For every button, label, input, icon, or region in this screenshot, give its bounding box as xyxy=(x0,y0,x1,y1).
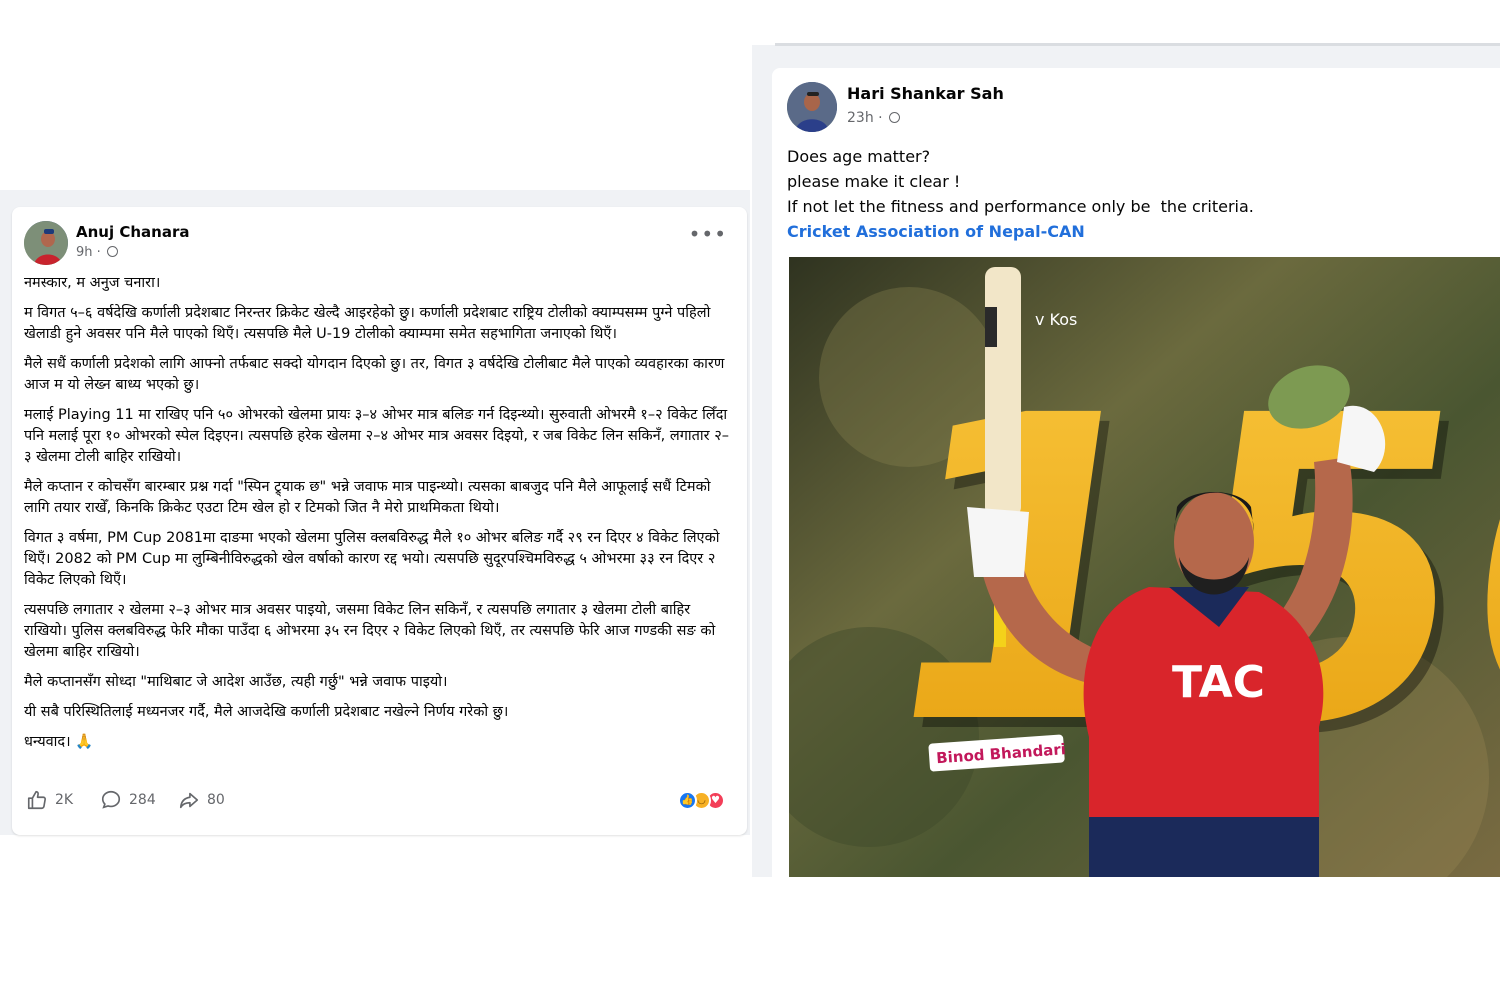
thumbs-up-icon xyxy=(27,790,47,810)
post-author[interactable]: Hari Shankar Sah xyxy=(847,84,1004,103)
avatar-image xyxy=(787,82,837,132)
globe-icon xyxy=(106,246,118,257)
post-paragraph: मैले कप्तान र कोचसँग बारम्बार प्रश्न गर्… xyxy=(24,479,711,516)
post-actions-bar: 2K 284 80 👍 ◡ ♥ xyxy=(26,789,738,813)
comment-count: 284 xyxy=(129,792,156,808)
post-paragraph: नमस्कार, म अनुज चनारा। xyxy=(24,275,161,291)
post-line: Does age matter? xyxy=(787,147,931,166)
post-body: नमस्कार, म अनुज चनारा। म विगत ५–६ वर्षदे… xyxy=(24,273,736,762)
post-paragraph: मलाई Playing 11 मा राखिए पनि ५० ओभरको खे… xyxy=(24,407,730,465)
comment-icon xyxy=(101,790,121,809)
post-image[interactable]: 150 150 v Kos TAC Binod Bhandari xyxy=(789,257,1500,877)
jersey-logo: TAC xyxy=(1172,657,1265,708)
post-paragraph: त्यसपछि लगातार २ खेलमा २–३ ओभर मात्र अवस… xyxy=(24,602,716,660)
reaction-summary[interactable]: 👍 ◡ ♥ xyxy=(678,791,738,811)
like-count: 2K xyxy=(55,792,74,808)
post-line: please make it clear ! xyxy=(787,172,961,191)
like-reaction-icon: 👍 xyxy=(678,791,697,810)
share-count: 80 xyxy=(207,792,225,808)
post-paragraph: मैले सधैं कर्णाली प्रदेशको लागि आफ्नो तर… xyxy=(24,356,725,393)
avatar[interactable] xyxy=(24,221,68,265)
opponent-label: v Kos xyxy=(1035,310,1077,329)
globe-icon xyxy=(889,112,901,123)
post-paragraph: म विगत ५–६ वर्षदेखि कर्णाली प्रदेशबाट नि… xyxy=(24,305,711,342)
avatar[interactable] xyxy=(787,82,837,132)
avatar-image xyxy=(24,221,68,265)
more-options-button[interactable]: ••• xyxy=(689,224,727,244)
post-paragraph: यी सबै परिस्थितिलाई मध्यनजर गर्दै, मैले … xyxy=(24,704,509,720)
post-line: If not let the fitness and performance o… xyxy=(787,197,1254,216)
post-author[interactable]: Anuj Chanara xyxy=(76,223,189,241)
divider xyxy=(775,43,1500,46)
post-body: Does age matter? please make it clear ! … xyxy=(787,144,1254,244)
post-paragraph: विगत ३ वर्षमा, PM Cup 2081मा दाङमा भएको … xyxy=(24,530,720,588)
share-icon xyxy=(179,792,199,809)
share-button[interactable]: 80 xyxy=(178,789,225,811)
post-time[interactable]: 23h · xyxy=(847,110,883,126)
player-graphic: 150 150 v Kos TAC Binod Bhandari xyxy=(789,257,1500,877)
post-meta: 9h · xyxy=(76,245,118,260)
post-paragraph: मैले कप्तानसँग सोध्दा "माथिबाट जे आदेश आ… xyxy=(24,674,448,690)
post-time[interactable]: 9h · xyxy=(76,245,101,260)
page-mention-link[interactable]: Cricket Association of Nepal-CAN xyxy=(787,219,1254,244)
post-card-anuj: Anuj Chanara 9h · ••• नमस्कार, म अनुज चन… xyxy=(12,207,747,835)
post-meta: 23h · xyxy=(847,110,901,126)
comment-button[interactable]: 284 xyxy=(100,789,156,811)
post-paragraph: धन्यवाद। 🙏 xyxy=(24,734,94,750)
like-button[interactable]: 2K xyxy=(26,789,73,811)
